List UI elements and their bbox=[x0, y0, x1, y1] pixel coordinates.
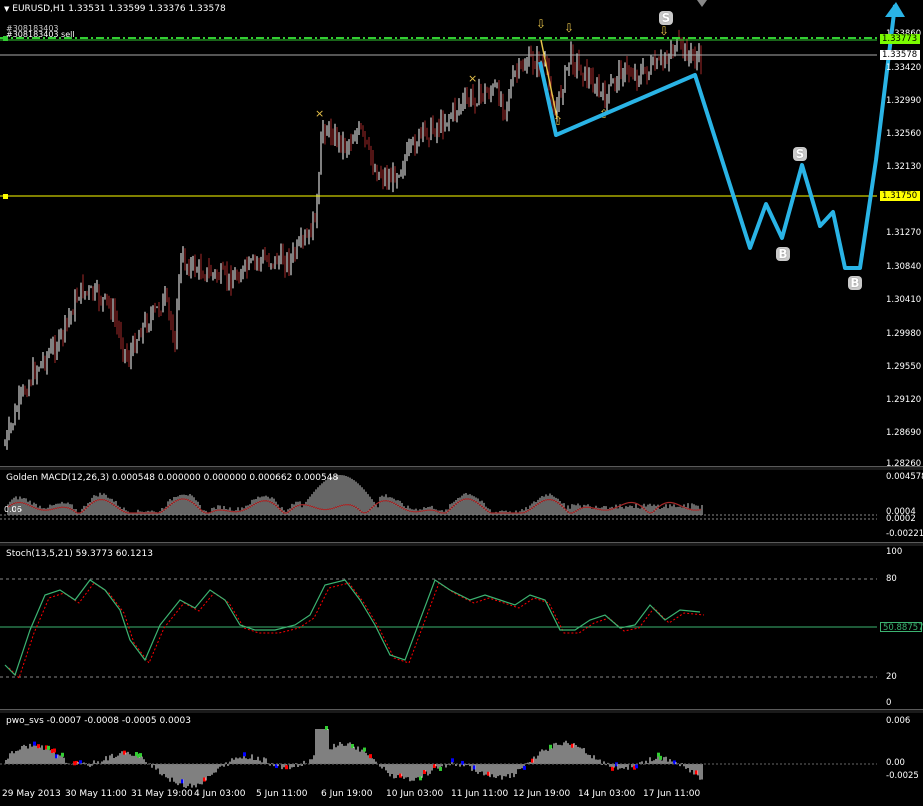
stoch-header: Stoch(13,5,21) 59.3773 60.1213 bbox=[6, 549, 153, 559]
pwo-dot bbox=[37, 744, 40, 749]
pwo-dot bbox=[659, 755, 662, 760]
hline-handle bbox=[3, 194, 8, 199]
down-arrow-icon: ⇩ bbox=[659, 24, 669, 38]
hline-price-box: 1.31750 bbox=[880, 191, 920, 201]
price-tick: 1.32990 bbox=[886, 96, 922, 106]
stoch-tick-80: 80 bbox=[886, 574, 897, 584]
buy-marker-icon: B bbox=[776, 247, 790, 261]
pwo-dot bbox=[53, 748, 56, 753]
pwo-header: pwo_svs -0.0007 -0.0008 -0.0005 0.0003 bbox=[6, 716, 191, 726]
macd-tick-bottom: -0.002211 bbox=[886, 529, 923, 539]
pwo-dot bbox=[451, 758, 454, 763]
time-tick: 6 Jun 19:00 bbox=[321, 789, 373, 799]
stoch-tick-100: 100 bbox=[886, 547, 903, 557]
pwo-dot bbox=[523, 765, 526, 770]
pwo-dot bbox=[363, 747, 366, 752]
time-tick: 11 Jun 11:00 bbox=[451, 789, 509, 799]
pwo-tick-zero: 0.00 bbox=[886, 758, 905, 768]
time-tick: 17 Jun 11:00 bbox=[643, 789, 701, 799]
price-tick: 1.33420 bbox=[886, 63, 922, 73]
price-tick: 1.32560 bbox=[886, 129, 922, 139]
price-tick: 1.32130 bbox=[886, 162, 922, 172]
price-tick: 1.31270 bbox=[886, 228, 922, 238]
chart-canvas[interactable]: ⇩ ⇩ ⇩⇧ ⇧×× bbox=[0, 0, 923, 806]
down-arrow-icon: ⇩ bbox=[536, 17, 546, 31]
pwo-dot bbox=[47, 745, 50, 750]
order-label[interactable]: #308183403 sell bbox=[6, 30, 75, 40]
pwo-tick-bottom: -0.0025 bbox=[886, 771, 919, 781]
price-tick: 1.29120 bbox=[886, 395, 922, 405]
pwo-dot bbox=[33, 741, 36, 746]
pwo-dot bbox=[369, 754, 372, 759]
chart-menu-triangle-icon[interactable]: ▼ bbox=[4, 5, 9, 13]
stoch-current-box: 50.88757 bbox=[880, 622, 923, 633]
forecast-arrow-head bbox=[885, 2, 905, 17]
time-tick: 4 Jun 03:00 bbox=[194, 789, 246, 799]
price-tick: 1.30410 bbox=[886, 295, 922, 305]
price-tick: 1.29980 bbox=[886, 329, 922, 339]
pwo-dot bbox=[139, 753, 142, 758]
cross-marker-icon: × bbox=[315, 107, 324, 120]
pwo-dot bbox=[243, 752, 246, 757]
price-tick: 1.29550 bbox=[886, 362, 922, 372]
down-arrow-icon: ⇩ bbox=[564, 21, 574, 35]
forecast-path bbox=[538, 4, 897, 270]
chart-header: ▼ EURUSD,H1 1.33531 1.33599 1.33376 1.33… bbox=[4, 4, 226, 14]
sell-marker-icon: S bbox=[659, 11, 673, 25]
pwo-dot bbox=[61, 752, 64, 757]
macd-tick-b: 0.0002 bbox=[886, 514, 916, 524]
stoch-tick-0: 0 bbox=[886, 698, 892, 708]
time-tick: 12 Jun 19:00 bbox=[513, 789, 571, 799]
sell-marker-icon: S bbox=[793, 147, 807, 161]
pwo-dot bbox=[635, 764, 638, 769]
time-tick: 14 Jun 03:00 bbox=[578, 789, 636, 799]
pwo-dot bbox=[439, 766, 442, 771]
pwo-dot bbox=[549, 744, 552, 749]
buy-marker-icon: B bbox=[848, 276, 862, 290]
time-tick: 5 Jun 11:00 bbox=[256, 789, 308, 799]
time-tick: 10 Jun 03:00 bbox=[386, 789, 444, 799]
price-tick: 1.28690 bbox=[886, 428, 922, 438]
order-price-box: 1.33773 bbox=[880, 34, 920, 44]
time-tick: 29 May 2013 bbox=[2, 789, 61, 799]
macd-left-label: 0.06 bbox=[4, 505, 22, 514]
time-tick: 31 May 19:00 bbox=[131, 789, 193, 799]
scroll-indicator-icon[interactable] bbox=[697, 0, 707, 7]
stoch-signal-line bbox=[8, 582, 705, 679]
pwo-tick-top: 0.006 bbox=[886, 716, 911, 726]
pwo-dot bbox=[285, 765, 288, 770]
cross-marker-icon: × bbox=[468, 72, 477, 85]
time-tick: 30 May 11:00 bbox=[65, 789, 127, 799]
price-tick: 1.28260 bbox=[886, 459, 922, 469]
current-price-box: 1.33578 bbox=[880, 50, 920, 60]
macd-tick-top: 0.004578 bbox=[886, 472, 923, 482]
price-tick: 1.30840 bbox=[886, 262, 922, 272]
stoch-tick-20: 20 bbox=[886, 672, 897, 682]
macd-header: Golden MACD(12,26,3) 0.000548 0.000000 0… bbox=[6, 473, 339, 483]
